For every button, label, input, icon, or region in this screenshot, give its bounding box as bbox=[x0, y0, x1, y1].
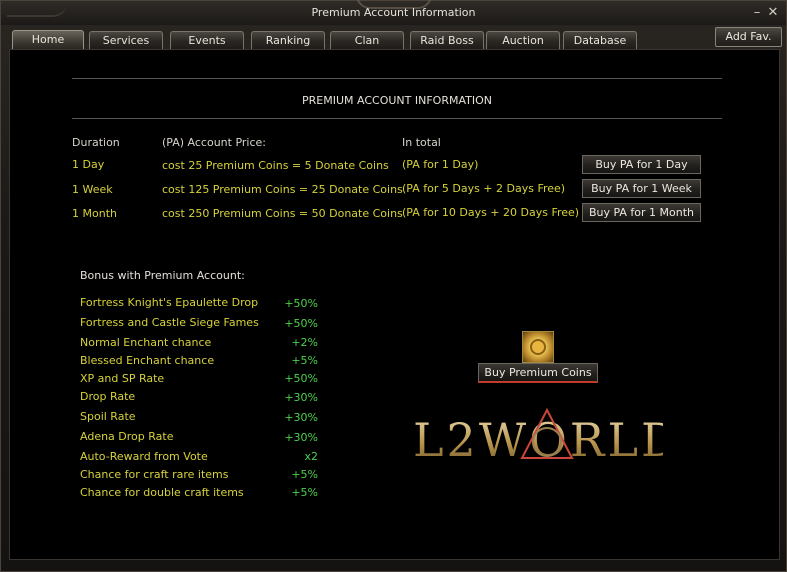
bonus-title: Bonus with Premium Account: bbox=[80, 269, 245, 282]
plan-duration: 1 Day bbox=[72, 158, 105, 171]
minimize-icon[interactable]: – bbox=[749, 5, 765, 21]
tab-label: Services bbox=[102, 34, 150, 47]
buy-pa-1-week-button[interactable]: Buy PA for 1 Week bbox=[582, 179, 701, 198]
close-icon[interactable]: ✕ bbox=[765, 5, 781, 21]
plan-total: (PA for 10 Days + 20 Days Free) bbox=[402, 206, 580, 219]
tab-auction[interactable]: Auction bbox=[486, 31, 560, 49]
bonus-value: +5% bbox=[291, 354, 318, 367]
plan-total: (PA for 1 Day) bbox=[402, 158, 479, 171]
tab-label: Raid Boss bbox=[420, 34, 474, 47]
divider bbox=[72, 78, 722, 79]
tab-label: Home bbox=[31, 33, 65, 46]
bonus-value: x2 bbox=[304, 450, 318, 463]
premium-coin-icon[interactable] bbox=[522, 331, 554, 363]
bonus-value: +50% bbox=[284, 372, 318, 385]
bonus-name: Normal Enchant chance bbox=[80, 336, 212, 349]
tab-raid-boss[interactable]: Raid Boss bbox=[410, 31, 484, 49]
app-window: Premium Account Information – ✕ Home Ser… bbox=[0, 0, 787, 572]
buy-premium-coins-button[interactable]: Buy Premium Coins bbox=[478, 363, 598, 383]
column-header-duration: Duration bbox=[72, 136, 120, 149]
plan-duration: 1 Month bbox=[72, 207, 117, 220]
page-title: PREMIUM ACCOUNT INFORMATION bbox=[302, 94, 492, 107]
buy-pa-1-month-button[interactable]: Buy PA for 1 Month bbox=[582, 203, 701, 222]
tab-label: Events bbox=[188, 34, 226, 47]
bonus-value: +5% bbox=[291, 486, 318, 499]
bonus-name: Spoil Rate bbox=[80, 410, 136, 423]
logo-emblem-icon bbox=[520, 408, 574, 459]
plan-price: cost 25 Premium Coins = 5 Donate Coins bbox=[162, 159, 389, 172]
tab-events[interactable]: Events bbox=[170, 31, 244, 49]
column-header-total: In total bbox=[402, 136, 441, 149]
window-title: Premium Account Information bbox=[311, 6, 476, 19]
main-content: PREMIUM ACCOUNT INFORMATION Duration (PA… bbox=[9, 49, 780, 560]
tab-database[interactable]: Database bbox=[563, 31, 637, 49]
tab-label: Ranking bbox=[265, 34, 311, 47]
bonus-value: +2% bbox=[291, 336, 318, 349]
bonus-value: +30% bbox=[284, 411, 318, 424]
bonus-name: Chance for craft rare items bbox=[80, 468, 229, 481]
bonus-name: Fortress Knight's Epaulette Drop bbox=[80, 296, 259, 309]
plan-duration: 1 Week bbox=[72, 183, 113, 196]
bonus-name: Auto-Reward from Vote bbox=[80, 450, 208, 463]
tab-label: Clan bbox=[354, 34, 380, 47]
bonus-name: Fortress and Castle Siege Fames bbox=[80, 316, 259, 329]
bonus-name: Blessed Enchant chance bbox=[80, 354, 215, 367]
bonus-value: +30% bbox=[284, 391, 318, 404]
bonus-name: Adena Drop Rate bbox=[80, 430, 174, 443]
bonus-name: Chance for double craft items bbox=[80, 486, 244, 499]
plan-price: cost 125 Premium Coins = 25 Donate Coins bbox=[162, 183, 403, 196]
tab-clan[interactable]: Clan bbox=[330, 31, 404, 49]
bonus-value: +50% bbox=[284, 317, 318, 330]
buy-pa-1-day-button[interactable]: Buy PA for 1 Day bbox=[582, 155, 701, 174]
bonus-value: +5% bbox=[291, 468, 318, 481]
bonus-value: +30% bbox=[284, 431, 318, 444]
divider bbox=[72, 118, 722, 119]
column-header-price: (PA) Account Price: bbox=[162, 136, 266, 149]
tab-services[interactable]: Services bbox=[89, 31, 163, 49]
plan-total: (PA for 5 Days + 2 Days Free) bbox=[402, 182, 566, 195]
bonus-value: +50% bbox=[284, 297, 318, 310]
bonus-name: XP and SP Rate bbox=[80, 372, 165, 385]
tab-label: Database bbox=[573, 34, 627, 47]
plan-price: cost 250 Premium Coins = 50 Donate Coins bbox=[162, 207, 403, 220]
add-favorite-button[interactable]: Add Fav. bbox=[715, 27, 782, 47]
title-bar: Premium Account Information – ✕ bbox=[1, 0, 786, 25]
bonus-name: Drop Rate bbox=[80, 390, 136, 403]
tab-ranking[interactable]: Ranking bbox=[251, 31, 325, 49]
tab-home[interactable]: Home bbox=[12, 30, 84, 50]
tab-label: Auction bbox=[502, 34, 544, 47]
